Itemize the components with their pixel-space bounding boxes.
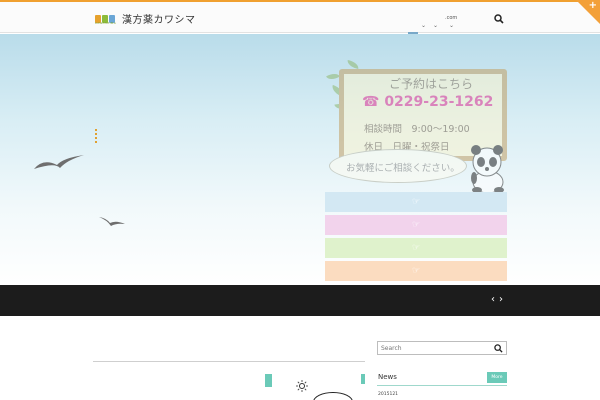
- nav-item-1[interactable]: ⌄: [421, 22, 426, 29]
- page: KAWASHIMA 漢方薬カワシマ .com ⌄ ⌄ ⌄ + ご予約はこちら ☎…: [0, 0, 600, 400]
- teal-tab-marker-small: [361, 374, 365, 384]
- nav-domain-label: .com: [445, 15, 458, 21]
- slider-arrows: ‹›: [491, 294, 507, 305]
- logo-text: 漢方薬カワシマ: [122, 15, 196, 26]
- site-logo[interactable]: KAWASHIMA 漢方薬カワシマ: [95, 11, 196, 26]
- pointing-hand-icon: ☞: [411, 243, 421, 253]
- speech-bubble: お気軽にご相談ください。: [329, 149, 467, 183]
- notice-phone[interactable]: ☎ 0229-23-1262: [362, 94, 493, 110]
- more-button[interactable]: More: [487, 372, 507, 383]
- pointing-hand-icon: ☞: [411, 197, 421, 207]
- leaf-decoration: [326, 70, 340, 83]
- pointing-hand-icon: ☞: [411, 220, 421, 230]
- search-input[interactable]: [381, 343, 486, 353]
- search-icon[interactable]: [494, 344, 503, 353]
- plus-icon[interactable]: +: [589, 0, 597, 11]
- notice-hours: 相談時間 9:00〜19:00: [364, 124, 470, 135]
- nav-item-2[interactable]: ⌄: [433, 22, 438, 29]
- content-divider: [93, 361, 365, 362]
- search-icon[interactable]: [494, 14, 504, 24]
- hero-slider: ご予約はこちら ☎ 0229-23-1262 相談時間 9:00〜19:00 休…: [0, 34, 600, 285]
- speech-bubble-text: お気軽にご相談ください。: [346, 163, 460, 174]
- promo-button-1[interactable]: ☞: [325, 192, 507, 212]
- promo-button-3[interactable]: ☞: [325, 238, 507, 258]
- chevron-left-icon[interactable]: ‹: [491, 294, 499, 305]
- bird-illustration-small: [99, 217, 125, 226]
- notice-title: ご予約はこちら: [389, 77, 474, 91]
- bird-illustration: [34, 155, 84, 169]
- chevron-right-icon[interactable]: ›: [499, 294, 507, 305]
- promo-button-4[interactable]: ☞: [325, 261, 507, 281]
- news-heading: News: [378, 373, 397, 381]
- sun-icon: [296, 380, 308, 392]
- cloud-outline-illustration: [313, 392, 353, 400]
- slider-control-bar: ‹›: [0, 285, 600, 316]
- leaf-decoration: [346, 60, 360, 69]
- main-nav: .com ⌄ ⌄ ⌄: [405, 11, 485, 34]
- news-divider: [377, 385, 507, 386]
- teal-tab-marker: [265, 374, 272, 387]
- hero-marker: [95, 129, 97, 143]
- sidebar-search: [377, 341, 507, 355]
- news-item-date[interactable]: 2015121: [378, 392, 398, 397]
- nav-item-3[interactable]: ⌄: [449, 22, 454, 29]
- reservation-notice[interactable]: ご予約はこちら ☎ 0229-23-1262 相談時間 9:00〜19:00 休…: [326, 59, 512, 194]
- logo-subtext: KAWASHIMA: [95, 21, 117, 25]
- panda-illustration: [471, 145, 504, 194]
- site-header: KAWASHIMA 漢方薬カワシマ .com ⌄ ⌄ ⌄: [0, 0, 600, 34]
- promo-button-2[interactable]: ☞: [325, 215, 507, 235]
- pointing-hand-icon: ☞: [411, 266, 421, 276]
